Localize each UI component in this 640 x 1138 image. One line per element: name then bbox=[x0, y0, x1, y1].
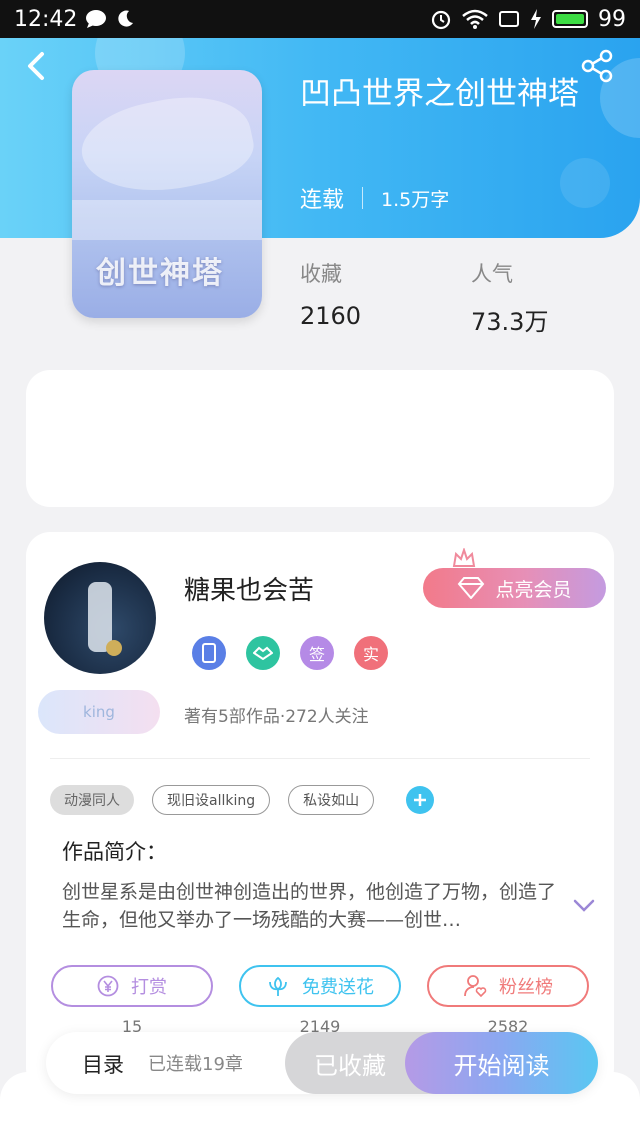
popularity-stat: 人气 73.3万 bbox=[471, 258, 548, 337]
status-bar: 12:42 99 bbox=[0, 0, 640, 38]
back-button[interactable] bbox=[22, 48, 54, 84]
tag-item[interactable]: 私设如山 bbox=[288, 785, 375, 815]
book-meta: 连载 1.5万字 bbox=[300, 182, 449, 214]
collected-label: 已收藏 bbox=[314, 1051, 386, 1080]
author-badges: 签 实 bbox=[192, 636, 388, 670]
diamond-icon bbox=[458, 577, 485, 599]
popularity-label: 人气 bbox=[471, 262, 513, 286]
word-count: 1.5万字 bbox=[381, 188, 450, 211]
status-time: 12:42 bbox=[14, 6, 78, 32]
handshake-badge-icon[interactable] bbox=[246, 636, 280, 670]
chevron-down-icon[interactable] bbox=[572, 898, 596, 914]
author-level-tag: king bbox=[38, 690, 160, 734]
book-status: 连载 bbox=[300, 188, 345, 213]
phone-badge-icon[interactable] bbox=[192, 636, 226, 670]
battery-icon bbox=[552, 10, 588, 28]
wifi-icon bbox=[462, 9, 488, 29]
reward-button[interactable]: 打赏 bbox=[51, 965, 213, 1007]
message-icon bbox=[86, 10, 107, 28]
signed-badge-icon[interactable]: 签 bbox=[300, 636, 334, 670]
empty-card bbox=[26, 370, 614, 507]
start-reading-button[interactable]: 开始阅读 bbox=[405, 1032, 598, 1094]
collect-value: 2160 bbox=[300, 302, 362, 330]
vip-button[interactable]: 点亮会员 bbox=[423, 568, 606, 608]
send-flower-label: 免费送花 bbox=[302, 977, 374, 998]
intro-text[interactable]: 创世星系是由创世神创造出的世界，他创造了万物，创造了生命，但他又举办了一场残酷的… bbox=[62, 878, 562, 934]
collect-label: 收藏 bbox=[300, 262, 342, 286]
flower-icon bbox=[269, 976, 287, 996]
screen-icon bbox=[499, 11, 519, 27]
fan-ranking-label: 粉丝榜 bbox=[499, 977, 553, 998]
cover-art bbox=[74, 83, 260, 207]
alarm-icon bbox=[431, 10, 451, 30]
tag-item[interactable]: 现旧设allking bbox=[152, 785, 271, 815]
moon-icon bbox=[118, 10, 134, 27]
book-cover[interactable]: 创世神塔 bbox=[72, 70, 262, 318]
add-tag-button[interactable] bbox=[406, 786, 435, 814]
chapter-count: 已连载19章 bbox=[148, 1054, 243, 1075]
avatar[interactable] bbox=[44, 562, 156, 674]
author-name[interactable]: 糖果也会苦 bbox=[184, 570, 314, 607]
tag-item[interactable]: 动漫同人 bbox=[50, 785, 134, 815]
send-flower-button[interactable]: 免费送花 bbox=[239, 965, 401, 1007]
yen-icon bbox=[97, 975, 119, 997]
meta-divider bbox=[362, 187, 364, 209]
intro-heading: 作品简介： bbox=[62, 840, 167, 864]
author-summary: 著有5部作品·272人关注 bbox=[184, 707, 369, 727]
start-reading-label: 开始阅读 bbox=[453, 1051, 550, 1080]
tag-list: 动漫同人 现旧设allking 私设如山 bbox=[50, 785, 435, 815]
cover-title: 创世神塔 bbox=[96, 256, 224, 291]
divider bbox=[50, 758, 590, 759]
reward-label: 打赏 bbox=[131, 977, 167, 998]
battery-level: 99 bbox=[598, 6, 626, 32]
plus-icon bbox=[414, 794, 427, 806]
fan-ranking-button[interactable]: 粉丝榜 bbox=[427, 965, 589, 1007]
toc-button[interactable]: 目录 bbox=[82, 1049, 124, 1079]
verified-badge-icon[interactable]: 实 bbox=[354, 636, 388, 670]
user-heart-icon bbox=[464, 975, 487, 998]
vip-label: 点亮会员 bbox=[495, 578, 572, 601]
popularity-value: 73.3万 bbox=[471, 308, 549, 336]
book-title: 凹凸世界之创世神塔 bbox=[300, 76, 579, 112]
chevron-left-icon bbox=[28, 52, 44, 80]
crown-icon bbox=[452, 548, 476, 567]
collect-stat: 收藏 2160 bbox=[300, 258, 361, 330]
charging-icon bbox=[531, 9, 541, 29]
